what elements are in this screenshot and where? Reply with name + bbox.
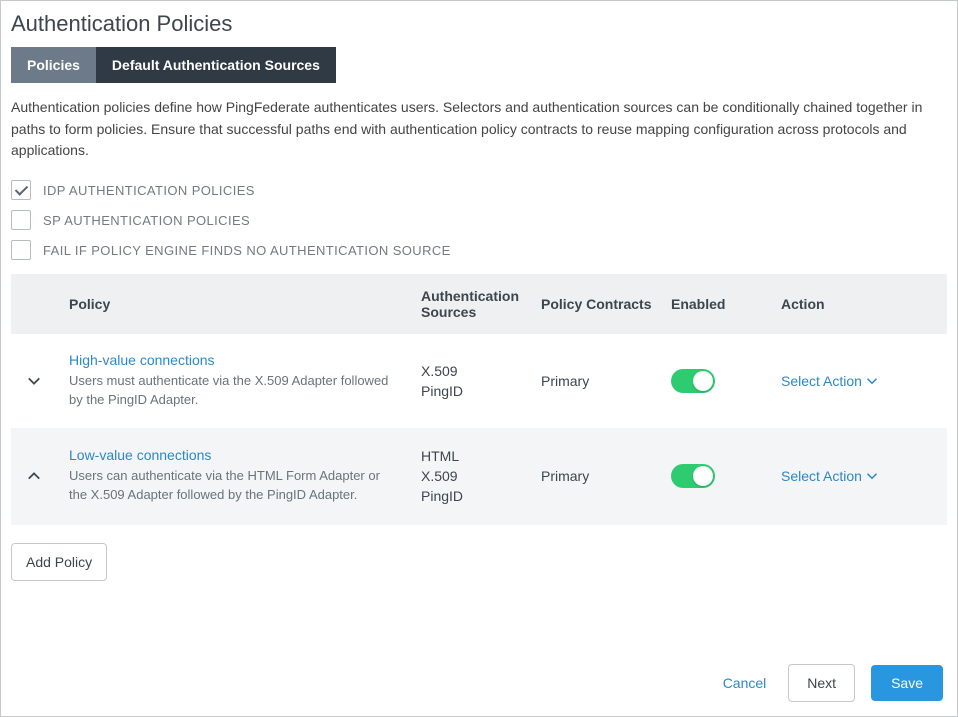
select-action-dropdown[interactable]: Select Action <box>781 373 878 389</box>
policies-table: Policy Authentication Sources Policy Con… <box>11 274 947 525</box>
checkbox-row-fail: FAIL IF POLICY ENGINE FINDS NO AUTHENTIC… <box>11 240 947 260</box>
th-contracts: Policy Contracts <box>541 296 671 312</box>
auth-sources-cell: HTML X.509 PingID <box>421 446 541 507</box>
cancel-button[interactable]: Cancel <box>717 665 773 701</box>
policy-name-link[interactable]: Low-value connections <box>69 447 401 463</box>
fail-no-source-label: FAIL IF POLICY ENGINE FINDS NO AUTHENTIC… <box>43 243 451 258</box>
table-row: Low-value connections Users can authenti… <box>11 428 947 525</box>
chevron-up-icon <box>27 469 41 483</box>
page-title: Authentication Policies <box>11 11 947 37</box>
fail-no-source-checkbox[interactable] <box>11 240 31 260</box>
select-action-dropdown[interactable]: Select Action <box>781 468 878 484</box>
th-policy: Policy <box>69 296 421 312</box>
sp-auth-policies-label: SP AUTHENTICATION POLICIES <box>43 213 250 228</box>
select-action-label: Select Action <box>781 373 862 389</box>
policy-contracts-cell: Primary <box>541 373 671 389</box>
chevron-down-icon <box>27 374 41 388</box>
expand-row-icon[interactable] <box>27 374 69 388</box>
select-action-label: Select Action <box>781 468 862 484</box>
idp-auth-policies-label: IDP AUTHENTICATION POLICIES <box>43 183 255 198</box>
checkbox-row-idp: IDP AUTHENTICATION POLICIES <box>11 180 947 200</box>
tab-default-sources[interactable]: Default Authentication Sources <box>96 47 336 83</box>
chevron-down-icon <box>866 470 878 482</box>
footer-actions: Cancel Next Save <box>717 664 943 702</box>
tab-policies[interactable]: Policies <box>11 47 96 83</box>
tabs: Policies Default Authentication Sources <box>11 47 947 83</box>
th-sources: Authentication Sources <box>421 288 541 320</box>
add-policy-button[interactable]: Add Policy <box>11 543 107 581</box>
checkbox-row-sp: SP AUTHENTICATION POLICIES <box>11 210 947 230</box>
idp-auth-policies-checkbox[interactable] <box>11 180 31 200</box>
collapse-row-icon[interactable] <box>27 469 69 483</box>
auth-sources-cell: X.509 PingID <box>421 361 541 402</box>
policy-description: Users must authenticate via the X.509 Ad… <box>69 372 401 410</box>
save-button[interactable]: Save <box>871 665 943 701</box>
table-row: High-value connections Users must authen… <box>11 334 947 428</box>
sp-auth-policies-checkbox[interactable] <box>11 210 31 230</box>
policy-contracts-cell: Primary <box>541 468 671 484</box>
policy-name-link[interactable]: High-value connections <box>69 352 401 368</box>
policy-description: Users can authenticate via the HTML Form… <box>69 467 401 505</box>
th-action: Action <box>781 296 931 312</box>
enabled-toggle[interactable] <box>671 369 715 393</box>
table-header: Policy Authentication Sources Policy Con… <box>11 274 947 334</box>
description-text: Authentication policies define how PingF… <box>11 97 947 162</box>
next-button[interactable]: Next <box>788 664 855 702</box>
enabled-toggle[interactable] <box>671 464 715 488</box>
chevron-down-icon <box>866 375 878 387</box>
th-enabled: Enabled <box>671 296 781 312</box>
